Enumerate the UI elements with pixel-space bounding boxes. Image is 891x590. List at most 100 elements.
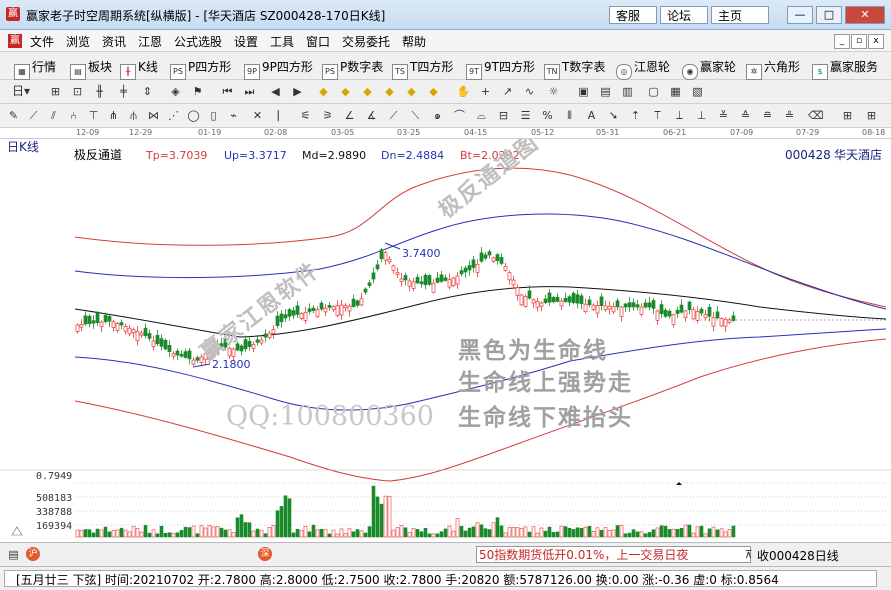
spiral-icon[interactable]: ๑ — [430, 108, 445, 123]
tline-icon[interactable]: ⊤ — [86, 108, 101, 123]
kline-type-icon[interactable]: ╫ — [92, 84, 107, 99]
ray2-icon[interactable]: ⟍ — [408, 108, 423, 123]
prev-icon[interactable]: ◀ — [268, 84, 283, 99]
vline-icon[interactable]: ⎸ — [276, 108, 291, 123]
arc-icon[interactable]: ⌒ — [452, 108, 467, 123]
toolbar-service[interactable]: $ 赢家服务 — [812, 58, 878, 80]
shanghai-icon[interactable]: 沪 — [26, 547, 40, 561]
text-icon[interactable]: A — [584, 108, 599, 123]
menu-gann[interactable]: 江恩 — [138, 33, 162, 50]
erase-icon[interactable]: ⌫ — [808, 108, 824, 123]
ladder-icon[interactable]: ☰ — [518, 108, 533, 123]
toolbar-kline[interactable]: ╫ K线 — [120, 58, 158, 80]
mark3-icon[interactable]: ≚ — [716, 108, 731, 123]
up-arrow-icon[interactable]: ⇡ — [628, 108, 643, 123]
toolbar-9t-square[interactable]: 9T 9T四方形 — [466, 58, 535, 80]
gann-fan-icon[interactable]: ⋰ — [166, 108, 181, 123]
angle2-icon[interactable]: ∡ — [364, 108, 379, 123]
maximize-button[interactable]: □ — [816, 6, 842, 24]
diamond-right-icon[interactable]: ◆ — [382, 84, 397, 99]
menu-settings[interactable]: 设置 — [234, 33, 258, 50]
calendar-icon[interactable]: ▣ — [576, 84, 591, 99]
last-icon[interactable]: ⏭ — [242, 84, 257, 99]
time-icon[interactable]: ⌁ — [226, 108, 241, 123]
channel-icon[interactable]: ⫽ — [46, 108, 61, 123]
menu-browse[interactable]: 浏览 — [66, 33, 90, 50]
list-view-icon[interactable]: ▤ — [6, 547, 21, 562]
ray-icon[interactable]: ⟋ — [386, 108, 401, 123]
pencil-icon[interactable]: ✎ — [6, 108, 21, 123]
toolbar-9p-square[interactable]: 9P 9P四方形 — [244, 58, 313, 80]
mark2-icon[interactable]: ⊥ — [694, 108, 709, 123]
menu-trade[interactable]: 交易委托 — [342, 33, 390, 50]
hand-icon[interactable]: ✋ — [456, 84, 471, 99]
flag-icon[interactable]: ⚑ — [190, 84, 205, 99]
news-ticker[interactable]: 50指数期货低开0.01%，上一交易日夜 — [476, 546, 751, 563]
mdi-close-icon[interactable]: x — [868, 34, 884, 49]
toolbar-hexagon[interactable]: ✲ 六角形 — [746, 58, 800, 80]
mark4-icon[interactable]: ≙ — [738, 108, 753, 123]
wave-icon[interactable]: ∿ — [522, 84, 537, 99]
table-icon[interactable]: ▤ — [598, 84, 613, 99]
fan-icon[interactable]: ⋔ — [106, 108, 121, 123]
fork-icon[interactable]: ⑃ — [66, 108, 81, 123]
crosshair-icon[interactable]: + — [478, 84, 493, 99]
toolbar-gann-wheel[interactable]: ◎ 江恩轮 — [616, 58, 670, 80]
diamond-zoom-in-icon[interactable]: ◆ — [404, 84, 419, 99]
list-icon[interactable]: ▥ — [620, 84, 635, 99]
menu-help[interactable]: 帮助 — [402, 33, 426, 50]
toolbar-t-square[interactable]: TS T四方形 — [392, 58, 453, 80]
price-mark-icon[interactable]: ⟘ — [672, 108, 687, 123]
square-icon[interactable]: ▯ — [206, 108, 221, 123]
app-menu-icon[interactable]: 赢 — [8, 34, 22, 48]
minimize-button[interactable]: — — [787, 6, 813, 24]
toolbar-winner-wheel[interactable]: ◉ 赢家轮 — [682, 58, 736, 80]
segment-icon[interactable]: ⟋ — [26, 108, 41, 123]
mdi-restore-icon[interactable]: ▫ — [851, 34, 867, 49]
fib-icon[interactable]: ⚟ — [298, 108, 313, 123]
mark6-icon[interactable]: ≗ — [782, 108, 797, 123]
arc2-icon[interactable]: ⌓ — [474, 108, 489, 123]
close-button[interactable]: ✕ — [845, 6, 885, 24]
trend-icon[interactable]: ↗ — [500, 84, 515, 99]
diamond-down-icon[interactable]: ◆ — [338, 84, 353, 99]
customer-service-button[interactable]: 客服 — [609, 6, 657, 24]
overlay-icon[interactable]: ⊡ — [70, 84, 85, 99]
menu-window[interactable]: 窗口 — [306, 33, 330, 50]
box-icon[interactable]: ⊟ — [496, 108, 511, 123]
mark5-icon[interactable]: ≘ — [760, 108, 775, 123]
home-button[interactable]: 主页 — [711, 6, 769, 24]
period-lines-icon[interactable]: ⫴ — [562, 108, 577, 123]
toolbar-sectors[interactable]: ▤ 板块 — [70, 58, 112, 80]
next-icon[interactable]: ▶ — [290, 84, 305, 99]
diamond-zoom-out-icon[interactable]: ◆ — [426, 84, 441, 99]
grid-toggle2-icon[interactable]: ⊞ — [864, 108, 879, 123]
toolbar-quotes[interactable]: ▦ 行情 — [14, 58, 56, 80]
kline-chart[interactable]: 日K线 极反通道 Tp=3.7039 Up=3.3717 Md=2.9890 D… — [0, 138, 891, 542]
toolbar-p-square[interactable]: PS P四方形 — [170, 58, 231, 80]
menu-tools[interactable]: 工具 — [270, 33, 294, 50]
angle-icon[interactable]: ∠ — [342, 108, 357, 123]
arrow-icon[interactable]: ➘ — [606, 108, 621, 123]
layout-icon[interactable]: ▦ — [668, 84, 683, 99]
menu-info[interactable]: 资讯 — [102, 33, 126, 50]
period-selector[interactable]: 日▾ — [12, 84, 38, 99]
fork2-icon[interactable]: ⋈ — [146, 108, 161, 123]
window-icon[interactable]: ▢ — [646, 84, 661, 99]
diamond-up-icon[interactable]: ◆ — [316, 84, 331, 99]
percent-icon[interactable]: % — [540, 108, 555, 123]
export-icon[interactable]: ▧ — [690, 84, 705, 99]
menu-file[interactable]: 文件 — [30, 33, 54, 50]
first-icon[interactable]: ⏮ — [220, 84, 235, 99]
mark-icon[interactable]: ⟙ — [650, 108, 665, 123]
scroll-up-icon[interactable] — [11, 526, 23, 536]
cross-icon[interactable]: ✕ — [250, 108, 265, 123]
zoom-icon[interactable]: ⊞ — [48, 84, 63, 99]
shenzhen-icon[interactable]: 深 — [258, 547, 272, 561]
toolbar-p-table[interactable]: PS P数字表 — [322, 58, 383, 80]
grid-toggle-icon[interactable]: ⊞ — [840, 108, 855, 123]
toolbar-t-table[interactable]: TN T数字表 — [544, 58, 605, 80]
circle-icon[interactable]: ◯ — [186, 108, 201, 123]
menu-formula-select[interactable]: 公式选股 — [174, 33, 222, 50]
split-icon[interactable]: ⫛ — [126, 108, 141, 123]
